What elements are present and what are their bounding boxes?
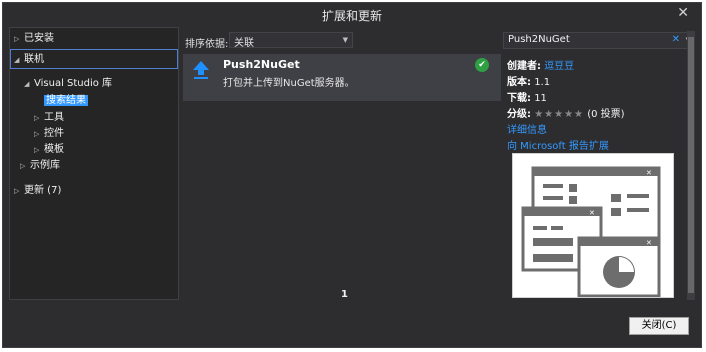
svg-text:✕: ✕: [589, 209, 595, 217]
sort-label: 排序依据:: [185, 39, 229, 50]
tree-item-label: 工具: [44, 112, 64, 123]
tree-item-samples[interactable]: ▷ 示例库: [20, 158, 60, 174]
title-bar: 扩展和更新 ✕: [3, 3, 701, 25]
tree-item-controls[interactable]: ▷ 控件: [34, 126, 64, 142]
tree-item-installed[interactable]: ▷ 已安装: [14, 31, 54, 47]
tree-item-label: 更新 (7): [24, 185, 62, 196]
details-scrollbar[interactable]: [687, 31, 695, 300]
collapse-arrow-icon[interactable]: ◢: [14, 52, 24, 68]
tree-item-tools[interactable]: ▷ 工具: [34, 110, 64, 126]
extension-list-item[interactable]: Push2NuGet 打包并上传到NuGet服务器。 ✔: [183, 54, 501, 101]
tree-item-label: 控件: [44, 128, 64, 139]
downloads-value: 11: [534, 93, 547, 104]
tree-item-label: 搜索结果: [44, 95, 88, 106]
extension-details: 创建者: 逗豆豆 版本: 1.1 下载: 11 分级: ★★★★★ (0 投票)…: [507, 59, 625, 155]
page-number[interactable]: 1: [341, 289, 348, 300]
extension-description: 打包并上传到NuGet服务器。: [223, 78, 355, 89]
expand-arrow-icon[interactable]: ▷: [14, 31, 24, 47]
scrollbar-thumb[interactable]: [688, 37, 694, 293]
tree-item-label: 模板: [44, 144, 64, 155]
expand-arrow-icon[interactable]: ▷: [14, 183, 24, 199]
results-panel: 排序依据: 关联 ▼ Push2NuGet 打包并上传到NuGet服务器。 ✔ …: [183, 27, 501, 300]
rating-label: 分级:: [507, 109, 531, 120]
tree-item-label: 已安装: [24, 33, 54, 44]
tree-item-label: 示例库: [30, 160, 60, 171]
tree-item-online[interactable]: ◢ 联机: [14, 52, 44, 68]
creator-link[interactable]: 逗豆豆: [544, 61, 574, 72]
rating-votes: (0 投票): [587, 109, 625, 120]
extension-name: Push2NuGet: [223, 58, 300, 71]
close-icon[interactable]: ✕: [677, 5, 689, 21]
collapse-arrow-icon[interactable]: ◢: [24, 76, 34, 92]
downloads-label: 下载:: [507, 93, 531, 104]
close-button[interactable]: 关闭(C): [629, 317, 689, 335]
svg-text:✕: ✕: [646, 239, 652, 247]
window-preview-icon: ✕ ✕ ✕: [513, 154, 673, 298]
tree-item-updates[interactable]: ▷ 更新 (7): [14, 183, 61, 199]
category-tree: ▷ 已安装 ◢ 联机 ◢ Visual Studio 库 搜索结果 ▷ 工具 ▷ 控件 ▷…: [9, 27, 179, 300]
tree-item-vs-gallery[interactable]: ◢ Visual Studio 库: [24, 76, 112, 92]
installed-check-icon: ✔: [475, 58, 489, 72]
rating-stars: ★★★★★: [534, 109, 585, 120]
tree-item-search-results[interactable]: 搜索结果: [44, 93, 88, 109]
version-value: 1.1: [534, 77, 551, 88]
search-value: Push2NuGet: [508, 34, 570, 45]
search-input[interactable]: Push2NuGet ✕ ▼: [503, 32, 695, 49]
version-label: 版本:: [507, 77, 531, 88]
sort-value: 关联: [234, 38, 254, 49]
report-extension-link[interactable]: 向 Microsoft 报告扩展: [507, 141, 609, 152]
extension-preview-image: ✕ ✕ ✕: [512, 153, 674, 298]
clear-search-icon[interactable]: ✕: [672, 34, 680, 45]
expand-arrow-icon[interactable]: ▷: [34, 126, 44, 142]
tree-item-label: Visual Studio 库: [34, 78, 113, 89]
svg-text:✕: ✕: [646, 169, 652, 177]
expand-arrow-icon[interactable]: ▷: [20, 158, 30, 174]
dialog-title: 扩展和更新: [321, 9, 382, 23]
extensions-updates-dialog: 扩展和更新 ✕ ▷ 已安装 ◢ 联机 ◢ Visual Studio 库 搜索结果 ▷…: [2, 2, 702, 348]
dropdown-arrow-icon: ▼: [342, 36, 348, 44]
tree-item-templates[interactable]: ▷ 模板: [34, 142, 64, 158]
sort-dropdown[interactable]: 关联 ▼: [229, 32, 353, 49]
more-info-link[interactable]: 详细信息: [507, 125, 547, 136]
upload-icon: [193, 61, 209, 79]
expand-arrow-icon[interactable]: ▷: [34, 110, 44, 126]
creator-label: 创建者:: [507, 61, 541, 72]
expand-arrow-icon[interactable]: ▷: [34, 142, 44, 158]
tree-item-label: 联机: [24, 54, 44, 65]
